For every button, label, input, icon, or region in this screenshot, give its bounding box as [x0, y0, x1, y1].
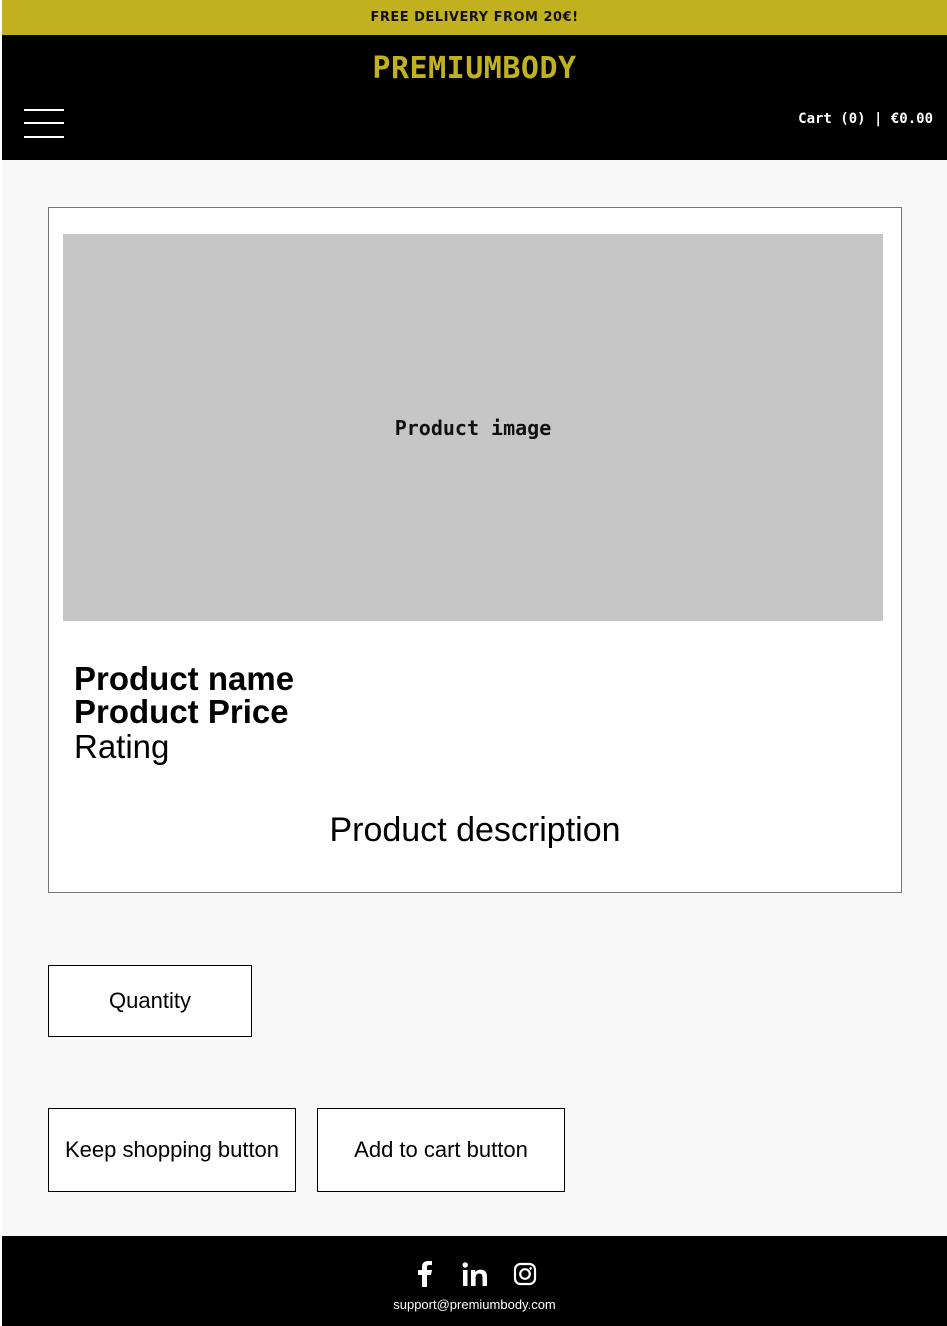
- product-image: Product image: [63, 234, 883, 621]
- product-card: Product image Product name Product Price…: [48, 207, 902, 893]
- social-links: [2, 1260, 947, 1288]
- product-name: Product name: [74, 660, 295, 697]
- facebook-icon[interactable]: [411, 1260, 439, 1288]
- keep-shopping-label: Keep shopping button: [64, 1137, 280, 1162]
- add-to-cart-label: Add to cart button: [354, 1137, 528, 1162]
- quantity-field[interactable]: Quantity: [48, 965, 252, 1037]
- keep-shopping-button[interactable]: Keep shopping button: [48, 1108, 296, 1192]
- support-email[interactable]: support@premiumbody.com: [2, 1297, 947, 1312]
- page: FREE DELIVERY FROM 20€! PREMIUMBODY Cart…: [2, 0, 947, 1326]
- site-footer: support@premiumbody.com: [2, 1236, 947, 1326]
- hamburger-menu-icon[interactable]: [24, 107, 66, 141]
- cart-link[interactable]: Cart (0) | €0.00: [798, 111, 933, 127]
- product-price: Product Price: [74, 693, 289, 730]
- add-to-cart-button[interactable]: Add to cart button: [317, 1108, 565, 1192]
- instagram-icon[interactable]: [511, 1260, 539, 1288]
- product-description: Product description: [329, 811, 621, 849]
- announcement-bar: FREE DELIVERY FROM 20€!: [2, 0, 947, 35]
- quantity-label: Quantity: [109, 988, 191, 1013]
- product-image-label: Product image: [394, 415, 552, 440]
- linkedin-icon[interactable]: [461, 1260, 489, 1288]
- site-header: PREMIUMBODY Cart (0) | €0.00: [2, 35, 947, 160]
- announcement-text: FREE DELIVERY FROM 20€!: [370, 10, 579, 25]
- product-rating: Rating: [74, 728, 170, 765]
- site-logo[interactable]: PREMIUMBODY: [2, 51, 947, 86]
